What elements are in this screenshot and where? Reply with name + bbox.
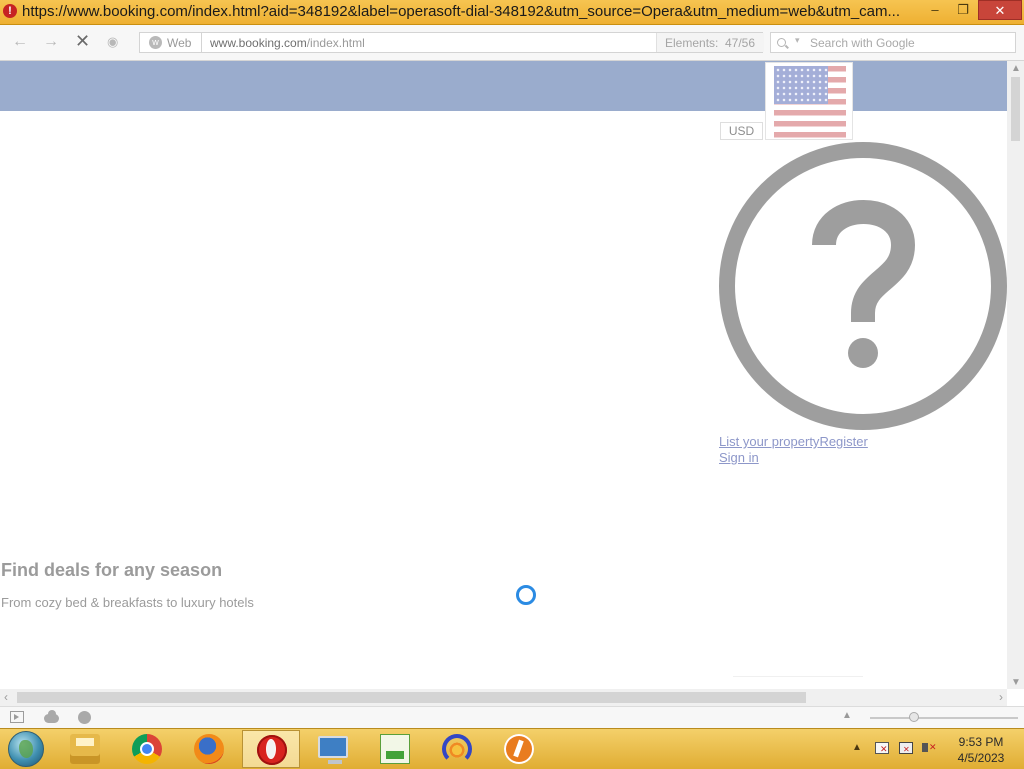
notepad-icon [380,734,410,764]
horizontal-scrollbar[interactable]: ‹ › [0,689,1007,706]
firefox-icon [194,734,224,764]
speed-dial-icon[interactable] [78,711,91,724]
chrome-icon [132,734,162,764]
taskbar-clock[interactable]: 9:53 PM 4/5/2023 [946,734,1016,766]
flag-canton [774,66,828,104]
register-link[interactable]: Register [819,434,867,449]
us-flag-icon [774,66,846,138]
property-register-row: List your propertyRegister [719,434,868,450]
divider [733,676,863,677]
search-input[interactable]: ▾ Search with Google [770,32,1016,53]
forward-button[interactable]: → [43,33,59,51]
warning-icon: ! [3,4,17,18]
stop-button[interactable]: ✕ [75,31,90,52]
start-button[interactable] [8,731,44,767]
monitor-icon [318,736,348,764]
language-selector[interactable] [765,62,853,140]
zoom-slider[interactable] [870,717,1018,719]
maximize-button[interactable]: ❐ [950,0,976,20]
volume-muted-icon[interactable] [922,743,937,752]
taskbar-app-firefox[interactable] [180,730,238,768]
elements-label: Elements: [665,36,719,50]
scroll-left-icon[interactable]: ‹ [4,690,8,704]
action-center-icon[interactable] [875,742,889,754]
taskbar-app-pen[interactable] [490,730,548,768]
list-property-link[interactable]: List your property [719,434,819,449]
account-links: List your propertyRegister Sign in [719,434,868,466]
search-type-selector[interactable]: w Web [139,32,201,53]
taskbar-app-audio[interactable] [428,730,486,768]
taskbar-app-remote-desktop[interactable] [304,730,362,768]
window-title: https://www.booking.com/index.html?aid=3… [22,3,900,20]
file-explorer-icon [70,734,100,764]
deals-subtitle: From cozy bed & breakfasts to luxury hot… [1,595,254,610]
scroll-right-icon[interactable]: › [999,690,1003,704]
browser-statusbar: ▲ [0,706,1024,729]
browser-navbar: ← → ✕ ◉ w Web www.booking.com/index.html… [0,25,1024,61]
minimize-button[interactable]: – [922,0,948,20]
network-icon[interactable] [899,742,913,754]
tray-overflow-icon[interactable]: ▲ [852,742,862,753]
elements-count: 47/56 [725,36,756,50]
url-host: www.booking.com [210,36,307,50]
vertical-scrollbar[interactable]: ▲ ▼ [1007,61,1024,689]
turbo-icon[interactable]: ◉ [107,34,118,50]
taskbar-app-notepad[interactable] [366,730,424,768]
scroll-up-icon[interactable]: ▲ [1011,63,1021,74]
window-titlebar: ! https://www.booking.com/index.html?aid… [0,0,1024,25]
taskbar-app-chrome[interactable] [118,730,176,768]
help-question-icon[interactable] [716,141,1007,435]
taskbar-app-opera[interactable] [242,730,300,768]
vertical-scroll-thumb[interactable] [1011,77,1020,141]
windows-taskbar: ▲ 9:53 PM 4/5/2023 [0,728,1024,769]
opera-icon [257,735,287,765]
pen-icon [504,734,534,764]
sign-in-row: Sign in [719,450,868,466]
site-header [0,61,1007,111]
search-placeholder: Search with Google [810,36,915,50]
deals-heading: Find deals for any season [1,560,223,580]
clock-date: 4/5/2023 [957,751,1005,765]
page-viewport: USD List your propertyRegister Sign in F… [0,61,1007,689]
elements-counter: Elements: 47/56 [656,33,764,52]
sign-in-link[interactable]: Sign in [719,450,759,465]
url-path: /index.html [306,36,365,50]
url-text[interactable]: www.booking.com/index.html [210,36,365,50]
globe-icon: w [149,36,162,49]
taskbar-app-explorer[interactable] [56,730,114,768]
horizontal-scroll-thumb[interactable] [17,692,806,703]
panel-toggle-icon[interactable] [10,711,24,723]
clock-time: 9:53 PM [958,735,1004,749]
currency-selector[interactable]: USD [720,122,763,140]
back-button[interactable]: ← [12,33,28,51]
address-bar[interactable]: www.booking.com/index.html Elements: 47/… [201,32,764,53]
search-icon [777,38,786,47]
search-type-label: Web [167,36,192,50]
close-button[interactable]: ✕ [978,0,1022,20]
loading-spinner-icon [516,585,536,605]
zoom-slider-knob[interactable] [909,712,920,722]
chevron-down-icon[interactable]: ▾ [795,35,800,46]
sync-cloud-icon[interactable] [44,710,59,723]
scroll-down-icon[interactable]: ▼ [1011,677,1021,688]
headphones-icon [442,734,472,764]
zoom-reset-icon[interactable]: ▲ [842,710,852,721]
